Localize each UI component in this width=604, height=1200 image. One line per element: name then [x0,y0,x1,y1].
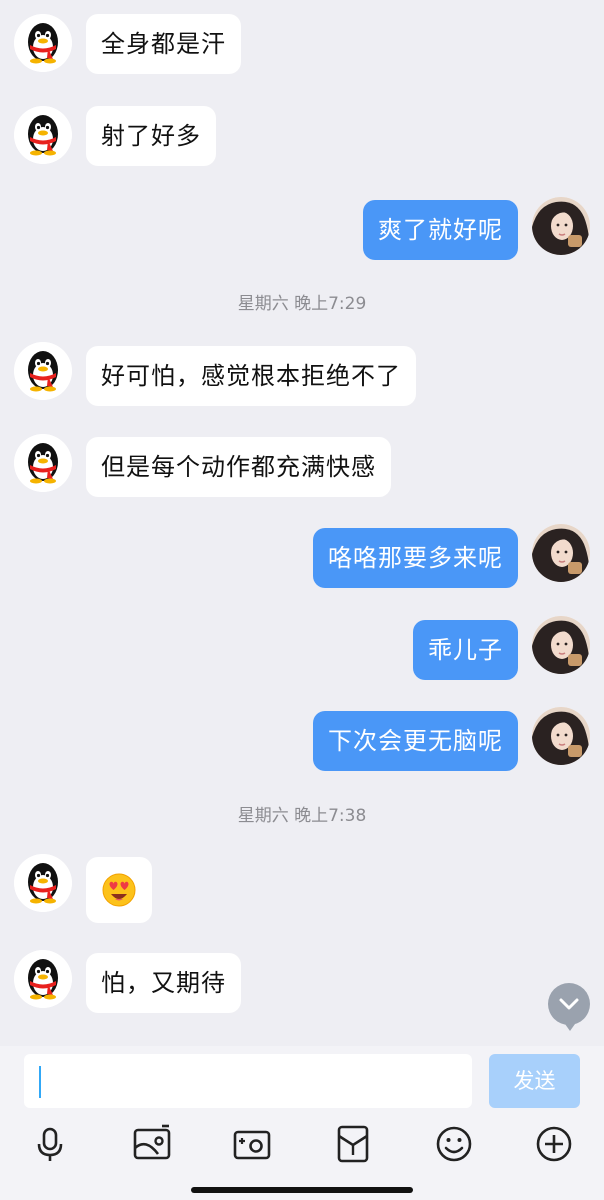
chat-message-list[interactable]: 全身都是汗 射了好多 爽了就好呢 星期六 晚上7:29 好可怕，感觉根本拒绝不了… [0,0,604,1048]
penguin-avatar-icon [14,950,72,1008]
sender-avatar-penguin[interactable] [14,106,72,164]
camera-icon [233,1130,271,1160]
home-indicator[interactable] [191,1187,413,1193]
message-bubble[interactable]: 怕，又期待 [86,953,241,1013]
message-input[interactable] [24,1054,472,1108]
text-cursor [39,1066,41,1098]
user-avatar[interactable] [532,616,590,674]
plus-icon [536,1126,572,1162]
voice-button[interactable] [30,1124,70,1164]
penguin-avatar-icon [14,434,72,492]
sender-avatar-penguin[interactable] [14,950,72,1008]
sender-avatar-penguin[interactable] [14,342,72,400]
message-bubble[interactable]: 射了好多 [86,106,216,166]
microphone-icon [37,1127,63,1161]
emoji-button[interactable] [434,1124,474,1164]
penguin-avatar-icon [14,14,72,72]
user-photo-avatar [532,197,590,255]
penguin-avatar-icon [14,342,72,400]
timestamp: 星期六 晚上7:29 [237,294,367,314]
penguin-avatar-icon [14,854,72,912]
message-bubble[interactable]: 咯咯那要多来呢 [313,528,518,588]
sender-avatar-penguin[interactable] [14,434,72,492]
scroll-to-bottom-button[interactable] [548,983,590,1031]
user-avatar[interactable] [532,707,590,765]
timestamp: 星期六 晚上7:38 [237,806,367,826]
user-photo-avatar [532,524,590,582]
camera-button[interactable] [232,1124,272,1164]
message-bubble[interactable]: 乖儿子 [413,620,518,680]
user-photo-avatar [532,616,590,674]
message-bubble[interactable]: 爽了就好呢 [363,200,518,260]
composer-bar: 发送 [0,1046,604,1200]
message-bubble[interactable]: 下次会更无脑呢 [313,711,518,771]
message-bubble[interactable]: 全身都是汗 [86,14,241,74]
emoji-icon [436,1126,472,1162]
message-bubble[interactable]: 好可怕，感觉根本拒绝不了 [86,346,416,406]
sender-avatar-penguin[interactable] [14,14,72,72]
message-bubble[interactable]: 但是每个动作都充满快感 [86,437,391,497]
red-packet-button[interactable] [333,1124,373,1164]
sender-avatar-penguin[interactable] [14,854,72,912]
more-button[interactable] [534,1124,574,1164]
chevron-down-icon [559,998,579,1010]
user-photo-avatar [532,707,590,765]
image-icon [133,1124,171,1160]
send-button[interactable]: 发送 [489,1054,580,1108]
red-packet-icon [337,1125,369,1163]
image-button[interactable] [132,1124,172,1164]
heart-eyes-emoji-icon [102,873,136,907]
user-avatar[interactable] [532,197,590,255]
emoji-message-bubble[interactable] [86,857,152,923]
penguin-avatar-icon [14,106,72,164]
user-avatar[interactable] [532,524,590,582]
